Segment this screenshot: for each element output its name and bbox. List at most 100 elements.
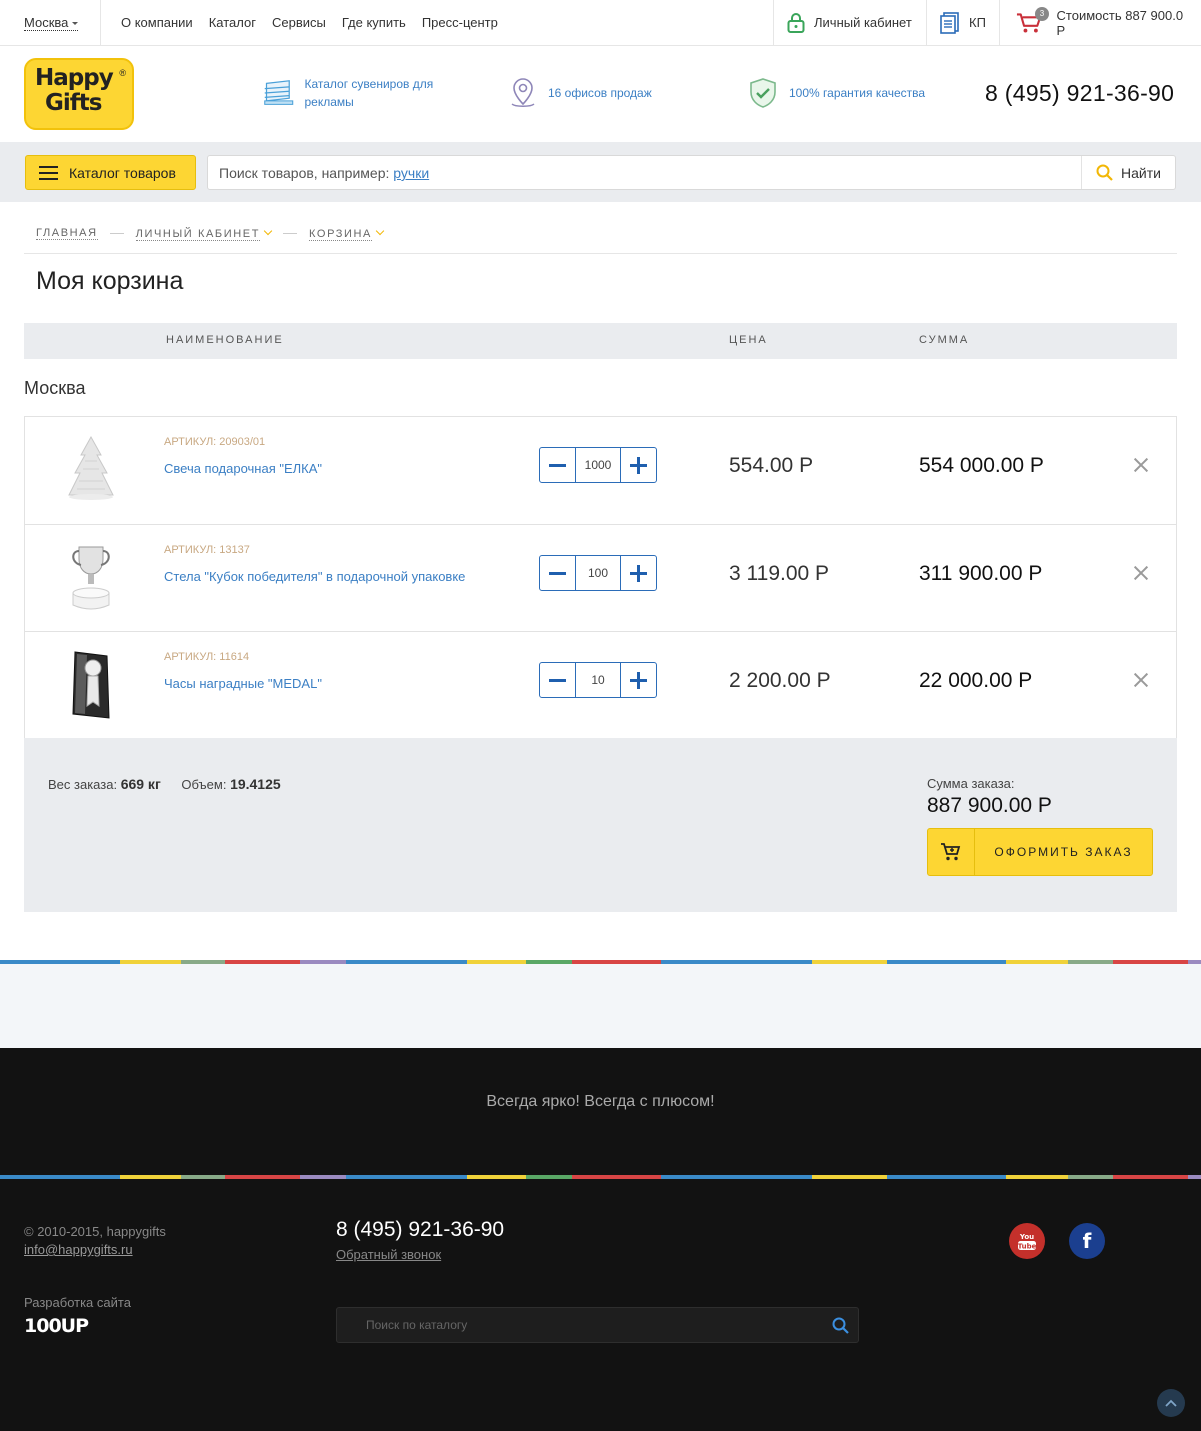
quantity-stepper: 1000: [539, 447, 657, 483]
header: Happy Gifts ® Каталог сувениров для рекл…: [0, 46, 1201, 142]
facebook-icon[interactable]: f: [1069, 1223, 1105, 1259]
footer-phone[interactable]: 8 (495) 921-36-90: [336, 1218, 504, 1242]
item-sum: 311 900.00 Р: [919, 562, 1043, 585]
breadcrumb-account[interactable]: ЛИЧНЫЙ КАБИНЕТ: [135, 227, 261, 241]
item-article: АРТИКУЛ: 20903/01: [164, 436, 266, 448]
caret-down-icon: [72, 22, 79, 26]
quantity-stepper: 100: [539, 555, 657, 591]
logo-text-1: Happy: [35, 65, 114, 91]
callback-link[interactable]: Обратный звонок: [336, 1247, 441, 1262]
cart-cost: Стоимость 887 900.0 Р: [1056, 7, 1184, 38]
developer-label: Разработка сайта: [24, 1295, 131, 1310]
city-selector[interactable]: Москва: [24, 15, 79, 31]
divider: [100, 0, 101, 45]
nav-press[interactable]: Пресс-центр: [422, 15, 498, 30]
item-name-link[interactable]: Стела "Кубок победителя" в подарочной уп…: [164, 569, 465, 584]
quantity-input[interactable]: 10: [575, 663, 621, 697]
footer-email-link[interactable]: info@happygifts.ru: [24, 1242, 133, 1257]
chevron-down-icon[interactable]: [375, 226, 385, 235]
breadcrumb-separator: [109, 233, 124, 234]
account-label: Личный кабинет: [814, 15, 912, 30]
logo-registered: ®: [119, 68, 126, 78]
item-price: 3 119.00 Р: [729, 562, 830, 585]
kp-link[interactable]: КП: [926, 0, 999, 45]
quantity-input[interactable]: 100: [575, 556, 621, 590]
search-input[interactable]: Поиск товаров, например: ручки Найти: [207, 155, 1176, 190]
youtube-icon[interactable]: You Tube: [1009, 1223, 1045, 1259]
breadcrumb-cart[interactable]: КОРЗИНА: [309, 227, 372, 241]
table-row: АРТИКУЛ: 11614 Часы наградные "MEDAL" 10…: [25, 631, 1176, 738]
hamburger-icon: [39, 165, 58, 180]
medal-clock-image: [72, 651, 110, 719]
color-stripe: [0, 1175, 1201, 1179]
footer-slogan: Всегда ярко! Всегда с плюсом!: [486, 1093, 715, 1110]
header-phone[interactable]: 8 (495) 921-36-90: [985, 80, 1174, 107]
search-button-label: Найти: [1121, 164, 1161, 181]
cart-icon: [928, 829, 975, 875]
order-volume: 19.4125: [230, 776, 281, 792]
top-bar: Москва О компании Каталог Сервисы Где ку…: [0, 0, 1201, 46]
feature-quality-text: 100% гарантия качества: [789, 86, 926, 100]
search-icon: [1096, 164, 1113, 181]
logo[interactable]: Happy Gifts ®: [24, 58, 134, 130]
breadcrumb-home[interactable]: ГЛАВНАЯ: [36, 227, 98, 240]
search-placeholder: Поиск товаров, например: ручки: [219, 165, 430, 181]
item-sum: 22 000.00 Р: [919, 669, 1033, 692]
order-weight: 669 кг: [120, 776, 161, 792]
quantity-increase-button[interactable]: [621, 448, 656, 482]
quantity-decrease-button[interactable]: [540, 663, 575, 697]
table-header: НАИМЕНОВАНИЕ ЦЕНА СУММА: [24, 323, 1177, 359]
checkout-button[interactable]: ОФОРМИТЬ ЗАКАЗ: [927, 828, 1153, 876]
kp-label: КП: [969, 15, 986, 30]
quantity-increase-button[interactable]: [621, 556, 656, 590]
logo-text-2: Gifts: [45, 90, 102, 116]
remove-item-close-icon[interactable]: [1133, 457, 1149, 473]
account-link[interactable]: Личный кабинет: [773, 0, 926, 45]
city-label: Москва: [24, 15, 69, 30]
table-row: АРТИКУЛ: 13137 Стела "Кубок победителя" …: [25, 524, 1176, 631]
cart-count-badge: 3: [1035, 7, 1049, 21]
developer-logo[interactable]: 100UP: [24, 1315, 89, 1337]
nav-about[interactable]: О компании: [121, 15, 193, 30]
catalog-menu-button[interactable]: Каталог товаров: [25, 155, 196, 190]
item-price: 2 200.00 Р: [729, 669, 831, 692]
quantity-decrease-button[interactable]: [540, 448, 575, 482]
feature-catalog-text: Каталог сувениров для рекламы: [304, 77, 434, 109]
svg-text:Tube: Tube: [1018, 1243, 1037, 1251]
lock-icon: [787, 12, 805, 33]
table-row: АРТИКУЛ: 20903/01 Свеча подарочная "ЕЛКА…: [25, 417, 1176, 524]
nav-services[interactable]: Сервисы: [272, 15, 326, 30]
chevron-down-icon[interactable]: [263, 226, 273, 235]
search-icon[interactable]: [832, 1317, 849, 1334]
footer-search-placeholder: Поиск по каталогу: [366, 1318, 468, 1332]
search-button[interactable]: Найти: [1081, 156, 1175, 189]
nav-where-to-buy[interactable]: Где купить: [342, 15, 406, 30]
cart-link[interactable]: 3 Стоимость 887 900.0 Р: [999, 0, 1201, 45]
item-article: АРТИКУЛ: 13137: [164, 544, 250, 556]
feature-catalog[interactable]: Каталог сувениров для рекламы: [263, 75, 463, 111]
quantity-decrease-button[interactable]: [540, 556, 575, 590]
order-weight-volume: Вес заказа: 669 кг Объем: 19.4125: [48, 776, 281, 792]
copyright-text: © 2010-2015, happygifts: [24, 1224, 166, 1239]
location-pin-icon: [511, 78, 535, 107]
checkout-label: ОФОРМИТЬ ЗАКАЗ: [994, 845, 1133, 859]
search-band: Каталог товаров Поиск товаров, например:…: [0, 142, 1201, 202]
item-name-link[interactable]: Свеча подарочная "ЕЛКА": [164, 461, 322, 476]
quantity-input[interactable]: 1000: [575, 448, 621, 482]
order-summary: Вес заказа: 669 кг Объем: 19.4125 Сумма …: [24, 738, 1177, 912]
breadcrumb-separator: [283, 233, 298, 234]
remove-item-close-icon[interactable]: [1133, 565, 1149, 581]
quantity-stepper: 10: [539, 662, 657, 698]
footer-search-input[interactable]: Поиск по каталогу: [336, 1307, 859, 1343]
column-name: НАИМЕНОВАНИЕ: [166, 334, 284, 346]
item-name-link[interactable]: Часы наградные "MEDAL": [164, 676, 322, 691]
quantity-increase-button[interactable]: [621, 663, 656, 697]
item-article: АРТИКУЛ: 11614: [164, 651, 250, 663]
candle-tree-image: [68, 435, 114, 500]
feature-quality[interactable]: 100% гарантия качества: [747, 77, 925, 109]
scroll-to-top-icon[interactable]: [1157, 1389, 1185, 1417]
nav-catalog[interactable]: Каталог: [209, 15, 256, 30]
feature-offices[interactable]: 16 офисов продаж: [508, 77, 652, 109]
search-example-link[interactable]: ручки: [393, 165, 429, 181]
remove-item-close-icon[interactable]: [1133, 672, 1149, 688]
